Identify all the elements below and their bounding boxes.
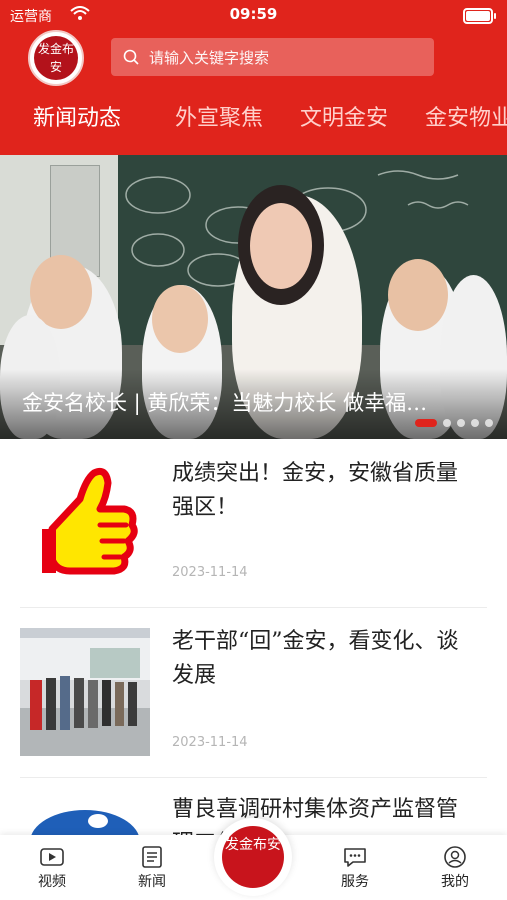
carousel-dots [409,419,493,427]
search-placeholder: 请输入关键字搜索 [149,49,270,67]
news-title[interactable]: 曹良喜调研村集体资产监督管理工作 [172,793,472,837]
app-header: 运营商 09:59 发金布安 请输入关键字搜索 新闻动态 外宣聚焦 文明金安 金… [0,0,507,155]
banner-caption[interactable]: 金安名校长 | 黄欣荣：当魅力校长 做幸福… [22,387,477,417]
carousel-dot[interactable] [443,419,451,427]
search-icon [123,49,139,65]
tab-publicity[interactable]: 外宣聚焦 [175,100,263,132]
news-item[interactable]: 成绩突出！金安，安徽省质量强区！ 2023-11-14 [20,439,487,608]
student-face [152,285,208,353]
nav-news[interactable]: 新闻 [117,845,187,891]
battery-icon [463,8,496,24]
tab-civilization[interactable]: 文明金安 [300,100,388,132]
news-icon [117,845,187,869]
teacher-face [250,203,312,289]
tab-news[interactable]: 新闻动态 [33,100,121,132]
news-date: 2023-11-14 [172,735,248,750]
student-face [388,259,448,331]
clock: 09:59 [229,5,278,23]
news-title[interactable]: 成绩突出！金安，安徽省质量强区！ [172,457,472,525]
nav-label: 新闻 [138,874,166,890]
thumbs-up-icon [20,459,150,587]
news-date: 2023-11-14 [172,565,248,580]
user-icon [420,845,490,869]
logo-text: 发金布安 [34,36,78,80]
app-logo[interactable]: 发金布安 [28,30,84,86]
nav-service[interactable]: 服务 [320,845,390,891]
nav-profile[interactable]: 我的 [420,845,490,891]
nav-video[interactable]: 视频 [17,845,87,891]
carousel-dot[interactable] [457,419,465,427]
carousel-dot[interactable] [485,419,493,427]
status-bar: 运营商 09:59 [10,4,497,26]
video-icon [17,845,87,869]
news-thumbnail [20,628,150,756]
center-logo-text: 发金布安 [222,826,284,888]
news-thumbnail [20,797,150,837]
carousel-dot[interactable] [415,419,437,427]
category-tabs: 新闻动态 外宣聚焦 文明金安 金安物业 [0,100,507,144]
news-item[interactable]: 老干部“回”金安，看变化、谈发展 2023-11-14 [20,607,487,778]
search-input[interactable]: 请输入关键字搜索 [111,38,434,76]
center-logo-button[interactable]: 发金布安 [214,818,292,896]
news-title[interactable]: 老干部“回”金安，看变化、谈发展 [172,625,472,693]
nav-label: 视频 [38,874,66,890]
banner-carousel[interactable]: 金安名校长 | 黄欣荣：当魅力校长 做幸福… [0,155,507,439]
chat-icon [320,845,390,869]
carousel-dot[interactable] [471,419,479,427]
nav-label: 我的 [441,874,469,890]
tab-property[interactable]: 金安物业 [425,100,507,132]
nav-label: 服务 [341,874,369,890]
